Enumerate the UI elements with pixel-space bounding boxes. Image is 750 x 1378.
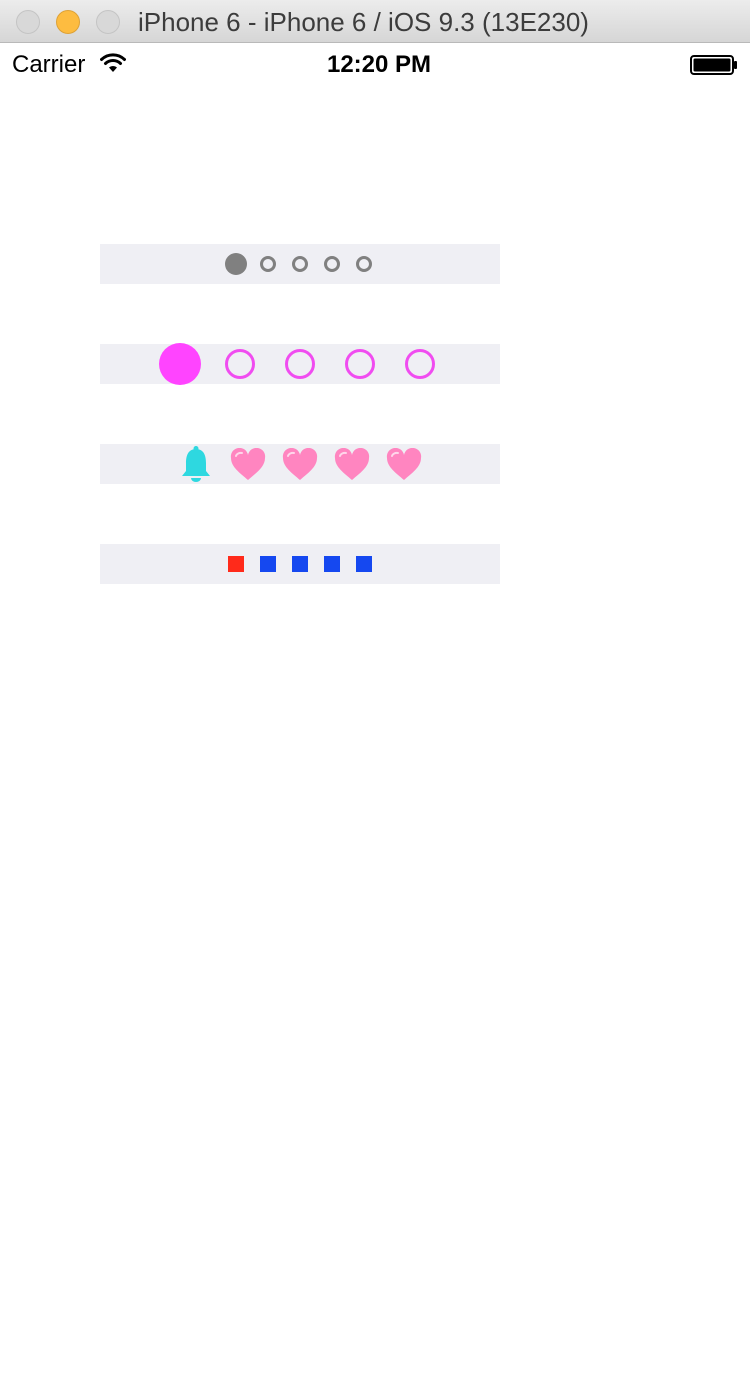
page-indicator-active[interactable] — [228, 556, 244, 572]
page-indicator-active[interactable] — [225, 253, 247, 275]
page-indicator-dot[interactable] — [285, 349, 315, 379]
page-indicator-dot[interactable] — [324, 256, 340, 272]
page-control-magenta-circles[interactable] — [100, 343, 500, 385]
page-indicator-active[interactable] — [159, 343, 201, 385]
heart-icon[interactable] — [281, 448, 319, 482]
page-control-gray-dots[interactable] — [100, 244, 500, 284]
page-indicator-dot[interactable] — [356, 556, 372, 572]
battery-icon — [690, 55, 737, 75]
window-close-button[interactable] — [16, 10, 40, 34]
window-titlebar: iPhone 6 - iPhone 6 / iOS 9.3 (13E230) — [0, 0, 750, 43]
window-zoom-button[interactable] — [96, 10, 120, 34]
page-control-bell-hearts[interactable] — [100, 444, 500, 484]
bell-icon[interactable] — [179, 445, 213, 483]
page-indicator-dot[interactable] — [260, 556, 276, 572]
page-indicator-dot[interactable] — [405, 349, 435, 379]
page-indicator-dot[interactable] — [345, 349, 375, 379]
window-title: iPhone 6 - iPhone 6 / iOS 9.3 (13E230) — [138, 7, 589, 37]
page-indicator-dot[interactable] — [324, 556, 340, 572]
heart-icon[interactable] — [229, 448, 267, 482]
page-indicator-dot[interactable] — [292, 556, 308, 572]
status-bar: Carrier 12:20 PM — [0, 43, 750, 83]
page-indicator-dot[interactable] — [225, 349, 255, 379]
page-indicator-dot[interactable] — [260, 256, 276, 272]
heart-icon[interactable] — [333, 448, 371, 482]
page-indicator-dot[interactable] — [292, 256, 308, 272]
heart-icon[interactable] — [385, 448, 423, 482]
window-minimize-button[interactable] — [56, 10, 80, 34]
clock: 12:20 PM — [326, 51, 432, 78]
page-control-squares[interactable] — [100, 544, 500, 584]
page-indicator-dot[interactable] — [356, 256, 372, 272]
